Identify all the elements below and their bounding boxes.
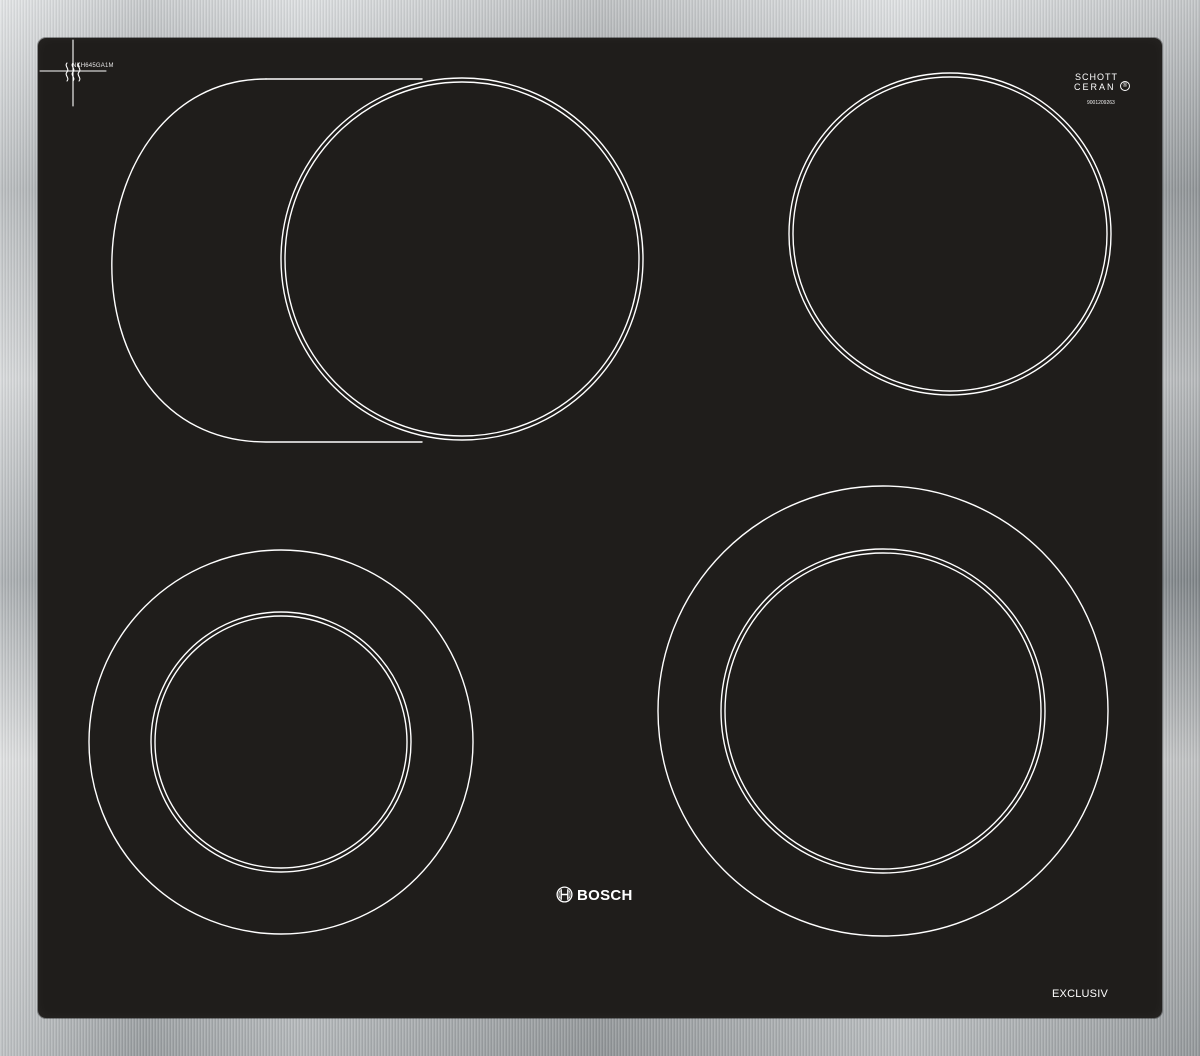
ceran-wordmark: CERAN	[1074, 82, 1116, 92]
bosch-wordmark: BOSCH	[577, 887, 633, 904]
schott-wordmark: SCHOTT	[1075, 72, 1118, 82]
cooking-zone-markings	[88, 72, 1112, 937]
cooking-zone-front-left	[88, 549, 474, 935]
ceramic-glass-cooktop: NKH645GA1M SCHOTT CERAN ® 9001209263 BOS…	[38, 38, 1162, 1018]
glass-code-label: 9001209263	[1087, 100, 1115, 106]
schott-ceran-logo: SCHOTT CERAN ® 9001209263	[1067, 73, 1137, 115]
heating-symbol-icon	[39, 39, 107, 107]
bosch-armature-icon	[556, 886, 573, 903]
exclusiv-series-label: EXCLUSIV	[1052, 988, 1109, 1000]
registered-mark: ®	[1120, 81, 1130, 91]
bosch-logo: BOSCH	[556, 886, 656, 908]
cooking-zone-front-right	[657, 485, 1109, 937]
cooking-zone-rear-right	[788, 72, 1112, 396]
extended-zone-rear-left	[111, 78, 423, 443]
cooking-zone-rear-left	[280, 77, 644, 441]
